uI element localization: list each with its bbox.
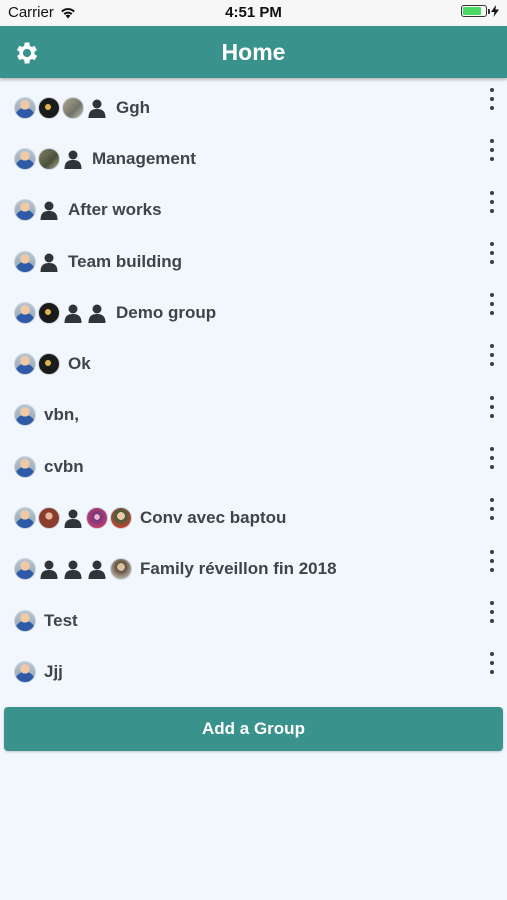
- member-avatars: [14, 199, 62, 222]
- avatar: [38, 301, 60, 324]
- avatar: [38, 96, 60, 119]
- member-avatars: [14, 353, 62, 376]
- group-row[interactable]: vbn,: [0, 390, 507, 441]
- more-options-icon[interactable]: [485, 291, 499, 317]
- more-options-icon[interactable]: [485, 342, 499, 368]
- group-name: Demo group: [116, 302, 217, 322]
- group-row[interactable]: After works: [0, 185, 507, 236]
- person-icon: [38, 251, 60, 273]
- avatar: [86, 507, 108, 530]
- person-icon: [86, 97, 108, 119]
- group-name: Conv avec baptou: [140, 508, 287, 528]
- person-icon: [62, 148, 84, 170]
- avatar: [14, 507, 36, 530]
- avatar: [14, 250, 36, 273]
- status-bar: Carrier 4:51 PM: [0, 0, 507, 26]
- avatar: [14, 199, 36, 222]
- person-icon: [86, 302, 108, 324]
- avatar: [14, 455, 36, 478]
- avatar: [62, 96, 84, 119]
- battery-icon: [461, 5, 490, 17]
- member-avatars: [14, 660, 38, 683]
- more-options-icon[interactable]: [485, 496, 499, 522]
- avatar: [14, 147, 36, 170]
- avatar: [38, 353, 60, 376]
- more-options-icon[interactable]: [485, 137, 499, 163]
- person-icon: [86, 558, 108, 580]
- avatar: [14, 558, 36, 581]
- person-icon: [62, 558, 84, 580]
- avatar: [38, 507, 60, 530]
- member-avatars: [14, 301, 110, 324]
- group-row[interactable]: Management: [0, 133, 507, 184]
- app-header: Home: [0, 26, 507, 78]
- group-name: Ok: [68, 354, 91, 374]
- group-name: cvbn: [44, 456, 84, 476]
- group-name: Ggh: [116, 97, 150, 117]
- group-row[interactable]: Ggh: [0, 82, 507, 133]
- battery-fill: [463, 7, 481, 15]
- add-group-button[interactable]: Add a Group: [4, 707, 503, 751]
- group-row[interactable]: Jjj: [0, 646, 507, 697]
- member-avatars: [14, 147, 86, 170]
- group-row[interactable]: Family réveillon fin 2018: [0, 544, 507, 595]
- page-title: Home: [221, 39, 286, 65]
- more-options-icon[interactable]: [485, 189, 499, 215]
- group-name: vbn,: [44, 405, 79, 425]
- avatar: [14, 301, 36, 324]
- person-icon: [38, 199, 60, 221]
- battery-area: [461, 5, 499, 17]
- group-row[interactable]: cvbn: [0, 441, 507, 492]
- member-avatars: [14, 558, 134, 581]
- person-icon: [62, 507, 84, 529]
- status-time: 4:51 PM: [225, 4, 282, 21]
- group-row[interactable]: Conv avec baptou: [0, 492, 507, 543]
- more-options-icon[interactable]: [485, 599, 499, 625]
- member-avatars: [14, 609, 38, 632]
- avatar: [14, 660, 36, 683]
- member-avatars: [14, 404, 38, 427]
- group-name: Management: [92, 148, 196, 168]
- more-options-icon[interactable]: [485, 240, 499, 266]
- member-avatars: [14, 96, 110, 119]
- more-options-icon[interactable]: [485, 548, 499, 574]
- person-icon: [62, 302, 84, 324]
- avatar: [14, 404, 36, 427]
- member-avatars: [14, 455, 38, 478]
- more-options-icon[interactable]: [485, 445, 499, 471]
- member-avatars: [14, 507, 134, 530]
- group-row[interactable]: Test: [0, 595, 507, 646]
- avatar: [14, 353, 36, 376]
- person-icon: [38, 558, 60, 580]
- group-row[interactable]: Demo group: [0, 287, 507, 338]
- member-avatars: [14, 250, 62, 273]
- group-name: Jjj: [44, 661, 63, 681]
- group-row[interactable]: Team building: [0, 236, 507, 287]
- more-options-icon[interactable]: [485, 394, 499, 420]
- charging-bolt-icon: [491, 5, 499, 17]
- avatar: [38, 147, 60, 170]
- avatar: [14, 96, 36, 119]
- more-options-icon[interactable]: [485, 86, 499, 112]
- more-options-icon[interactable]: [485, 650, 499, 676]
- group-name: Team building: [68, 251, 182, 271]
- avatar: [14, 609, 36, 632]
- group-name: After works: [68, 200, 162, 220]
- avatar: [110, 558, 132, 581]
- group-list: Ggh Management After works Team building Dem…: [0, 82, 507, 698]
- group-name: Test: [44, 610, 78, 630]
- avatar: [110, 507, 132, 530]
- group-name: Family réveillon fin 2018: [140, 559, 337, 579]
- group-row[interactable]: Ok: [0, 338, 507, 389]
